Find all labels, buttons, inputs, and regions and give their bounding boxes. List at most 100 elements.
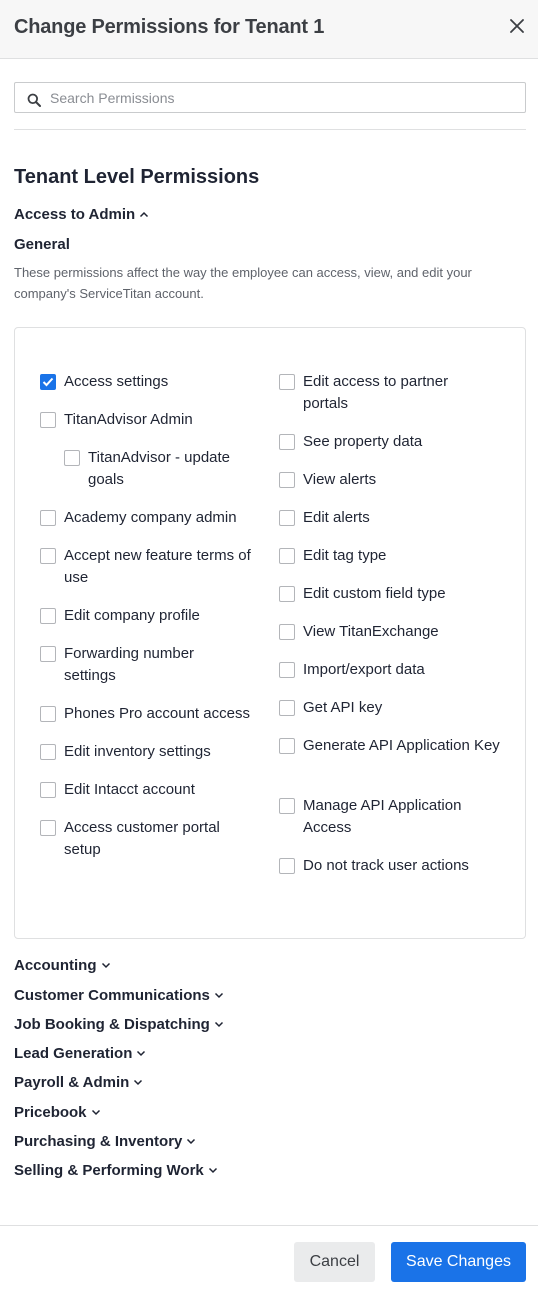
checkbox[interactable] — [279, 738, 295, 754]
permission-label: Manage API Application Access — [303, 797, 462, 836]
checkbox[interactable] — [40, 608, 56, 624]
close-icon — [510, 19, 524, 33]
permission-titanadvisor-update-goals[interactable]: TitanAdvisor - update goals — [64, 447, 260, 491]
search-icon — [27, 93, 41, 107]
chevron-down-icon — [208, 1167, 218, 1174]
permission-edit-company-profile[interactable]: Edit company profile — [40, 605, 260, 627]
category-purchasing-inventory[interactable]: Purchasing & Inventory — [14, 1133, 196, 1150]
checkbox[interactable] — [279, 624, 295, 640]
permission-accept-new-feature-terms[interactable]: Accept new feature terms of use — [40, 545, 260, 589]
checkbox[interactable] — [40, 744, 56, 760]
checkbox[interactable] — [279, 472, 295, 488]
permission-edit-alerts[interactable]: Edit alerts — [279, 507, 509, 529]
subsection-title: General — [14, 236, 70, 253]
permission-label: Edit alerts — [303, 509, 370, 526]
checkbox[interactable] — [279, 662, 295, 678]
permission-label: View TitanExchange — [303, 623, 439, 640]
group-label: Access to Admin — [14, 206, 136, 223]
checkbox[interactable] — [40, 510, 56, 526]
checkbox[interactable] — [279, 548, 295, 564]
chevron-down-icon — [136, 1050, 146, 1057]
category-pricebook[interactable]: Pricebook — [14, 1104, 101, 1121]
divider — [14, 129, 526, 130]
permission-edit-access-partner-portals[interactable]: Edit access to partner portals — [279, 371, 489, 415]
cancel-button[interactable]: Cancel — [294, 1242, 375, 1282]
permission-academy-company-admin[interactable]: Academy company admin — [40, 507, 260, 529]
search-input[interactable] — [50, 83, 520, 112]
save-changes-button[interactable]: Save Changes — [391, 1242, 526, 1282]
permission-access-settings[interactable]: Access settings — [40, 371, 260, 393]
category-label: Selling & Performing Work — [14, 1162, 204, 1179]
permissions-card: Access settings TitanAdvisor Admin Titan… — [14, 327, 526, 939]
category-payroll-admin[interactable]: Payroll & Admin — [14, 1074, 143, 1091]
permission-label: Phones Pro account access — [64, 705, 250, 722]
permission-phones-pro-account-access[interactable]: Phones Pro account access — [40, 703, 272, 725]
permissions-modal: Change Permissions for Tenant 1 Tenant L… — [0, 0, 538, 1292]
checkbox[interactable] — [279, 374, 295, 390]
category-job-booking-dispatching[interactable]: Job Booking & Dispatching — [14, 1016, 224, 1033]
subsection-description: These permissions affect the way the emp… — [14, 265, 472, 301]
category-accounting[interactable]: Accounting — [14, 957, 111, 974]
category-label: Payroll & Admin — [14, 1074, 130, 1091]
permission-view-alerts[interactable]: View alerts — [279, 469, 509, 491]
permission-import-export-data[interactable]: Import/export data — [279, 659, 509, 681]
permission-label: Edit Intacct account — [64, 781, 195, 798]
modal-header: Change Permissions for Tenant 1 — [0, 0, 538, 59]
permission-label: Access customer portal setup — [64, 819, 220, 858]
search-box — [14, 82, 526, 113]
category-customer-communications[interactable]: Customer Communications — [14, 987, 224, 1004]
category-label: Pricebook — [14, 1104, 87, 1121]
permission-label: Edit company profile — [64, 607, 200, 624]
checkbox[interactable] — [64, 450, 80, 466]
permission-label: Edit access to partner portals — [303, 373, 449, 412]
checkbox[interactable] — [279, 434, 295, 450]
permission-label: TitanAdvisor Admin — [64, 411, 193, 428]
checkbox[interactable] — [40, 548, 56, 564]
close-button[interactable] — [506, 15, 528, 37]
permission-label: View alerts — [303, 471, 377, 488]
permission-see-property-data[interactable]: See property data — [279, 431, 509, 453]
chevron-down-icon — [186, 1138, 196, 1145]
permission-label: Forwarding number settings — [64, 645, 195, 684]
checkbox[interactable] — [40, 820, 56, 836]
permission-get-api-key[interactable]: Get API key — [279, 697, 509, 719]
checkbox[interactable] — [279, 798, 295, 814]
checkbox[interactable] — [40, 646, 56, 662]
category-label: Lead Generation — [14, 1045, 133, 1062]
permission-label: Edit inventory settings — [64, 743, 211, 760]
permission-edit-custom-field-type[interactable]: Edit custom field type — [279, 583, 509, 605]
category-label: Customer Communications — [14, 987, 210, 1004]
permission-do-not-track-user-actions[interactable]: Do not track user actions — [279, 855, 509, 877]
chevron-down-icon — [101, 962, 111, 969]
checkbox[interactable] — [279, 586, 295, 602]
permission-edit-tag-type[interactable]: Edit tag type — [279, 545, 509, 567]
permission-titanadvisor-admin[interactable]: TitanAdvisor Admin — [40, 409, 260, 431]
checkbox[interactable] — [40, 782, 56, 798]
category-selling-performing-work[interactable]: Selling & Performing Work — [14, 1162, 218, 1179]
chevron-down-icon — [214, 992, 224, 999]
category-label: Job Booking & Dispatching — [14, 1016, 210, 1033]
permission-edit-intacct-account[interactable]: Edit Intacct account — [40, 779, 260, 801]
checkbox[interactable] — [279, 700, 295, 716]
chevron-up-icon — [139, 211, 149, 218]
permission-label: Edit tag type — [303, 547, 387, 564]
permission-label: Do not track user actions — [303, 857, 469, 874]
footer-divider — [0, 1225, 538, 1226]
access-to-admin-toggle[interactable]: Access to Admin — [14, 206, 149, 223]
permission-generate-api-application-key[interactable]: Generate API Application Key — [279, 735, 509, 757]
checkbox[interactable] — [40, 374, 56, 390]
checkbox[interactable] — [279, 510, 295, 526]
modal-title: Change Permissions for Tenant 1 — [14, 16, 325, 38]
checkbox[interactable] — [279, 858, 295, 874]
permission-access-customer-portal-setup[interactable]: Access customer portal setup — [40, 817, 260, 861]
permission-forwarding-number-settings[interactable]: Forwarding number settings — [40, 643, 240, 687]
category-lead-generation[interactable]: Lead Generation — [14, 1045, 146, 1062]
checkmark-icon — [42, 377, 54, 387]
permission-label: Accept new feature terms of use — [64, 547, 251, 586]
chevron-down-icon — [133, 1079, 143, 1086]
permission-edit-inventory-settings[interactable]: Edit inventory settings — [40, 741, 260, 763]
checkbox[interactable] — [40, 412, 56, 428]
permission-manage-api-application-access[interactable]: Manage API Application Access — [279, 795, 479, 839]
permission-view-titanexchange[interactable]: View TitanExchange — [279, 621, 509, 643]
checkbox[interactable] — [40, 706, 56, 722]
